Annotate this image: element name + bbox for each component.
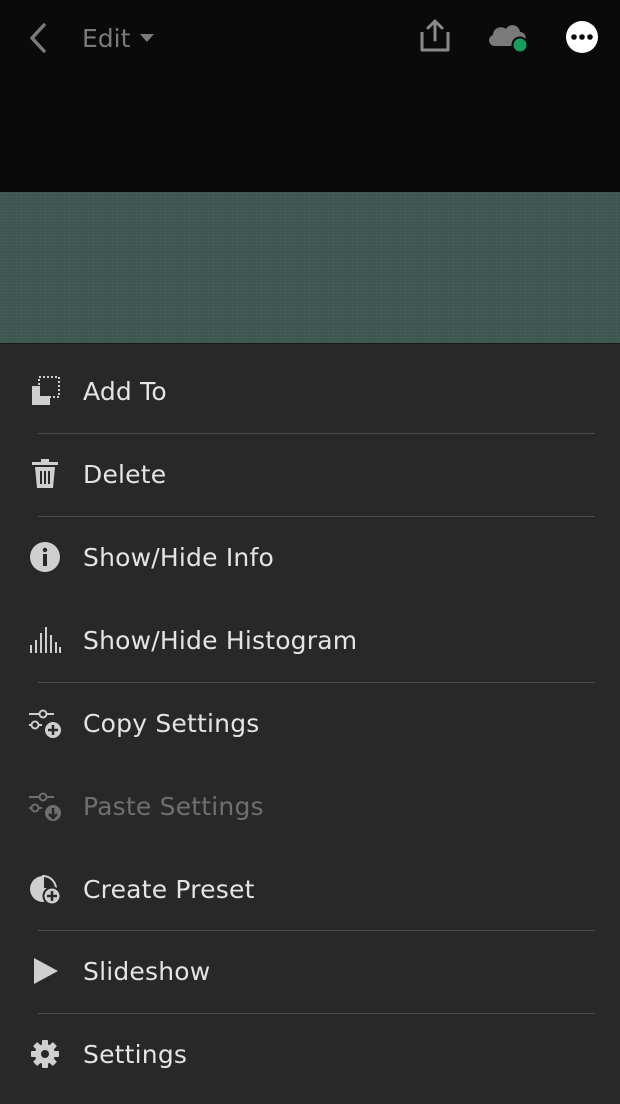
menu-item-show-hide-info[interactable]: Show/Hide Info [0, 516, 620, 598]
edit-mode-dropdown[interactable]: Edit [82, 18, 155, 58]
copy-settings-icon [28, 706, 62, 740]
play-icon [28, 954, 62, 988]
back-button[interactable] [22, 20, 54, 56]
create-preset-icon [28, 872, 62, 906]
menu-item-add-to[interactable]: Add To [0, 350, 620, 432]
menu-item-label: Create Preset [83, 874, 255, 904]
caret-down-icon [140, 34, 155, 42]
menu-item-delete[interactable]: Delete [0, 433, 620, 515]
histogram-icon [28, 623, 62, 657]
menu-item-label: Slideshow [83, 956, 211, 986]
menu-item-label: Show/Hide Histogram [83, 625, 358, 655]
gear-icon [28, 1037, 62, 1071]
menu-item-label: Settings [83, 1039, 188, 1069]
share-button[interactable] [418, 18, 452, 54]
menu-item-paste-settings[interactable]: Paste Settings [0, 765, 620, 847]
info-icon [28, 540, 62, 574]
share-icon [420, 19, 450, 52]
trash-icon [28, 457, 62, 491]
menu-item-settings[interactable]: Settings [0, 1013, 620, 1095]
more-options-button[interactable] [565, 20, 599, 54]
menu-item-label: Add To [83, 376, 167, 406]
menu-item-label: Delete [83, 459, 167, 489]
menu-item-label: Show/Hide Info [83, 542, 274, 572]
menu-item-slideshow[interactable]: Slideshow [0, 930, 620, 1012]
edit-mode-label: Edit [82, 23, 131, 53]
top-bar: Edit [0, 0, 620, 192]
paste-settings-icon [28, 789, 62, 823]
menu-item-label: Copy Settings [83, 708, 260, 738]
menu-item-create-preset[interactable]: Create Preset [0, 848, 620, 930]
more-options-icon [566, 21, 598, 53]
chevron-left-icon [30, 23, 46, 53]
cloud-sync-icon [489, 25, 529, 54]
photo-preview[interactable] [0, 192, 620, 344]
add-to-icon [28, 374, 62, 408]
menu-item-show-hide-histogram[interactable]: Show/Hide Histogram [0, 599, 620, 681]
more-options-menu: Add To Delete Show/Hide Info Show/Hide H… [0, 343, 620, 1104]
menu-item-copy-settings[interactable]: Copy Settings [0, 682, 620, 764]
cloud-sync-button[interactable] [485, 20, 531, 54]
menu-item-label: Paste Settings [83, 791, 264, 821]
